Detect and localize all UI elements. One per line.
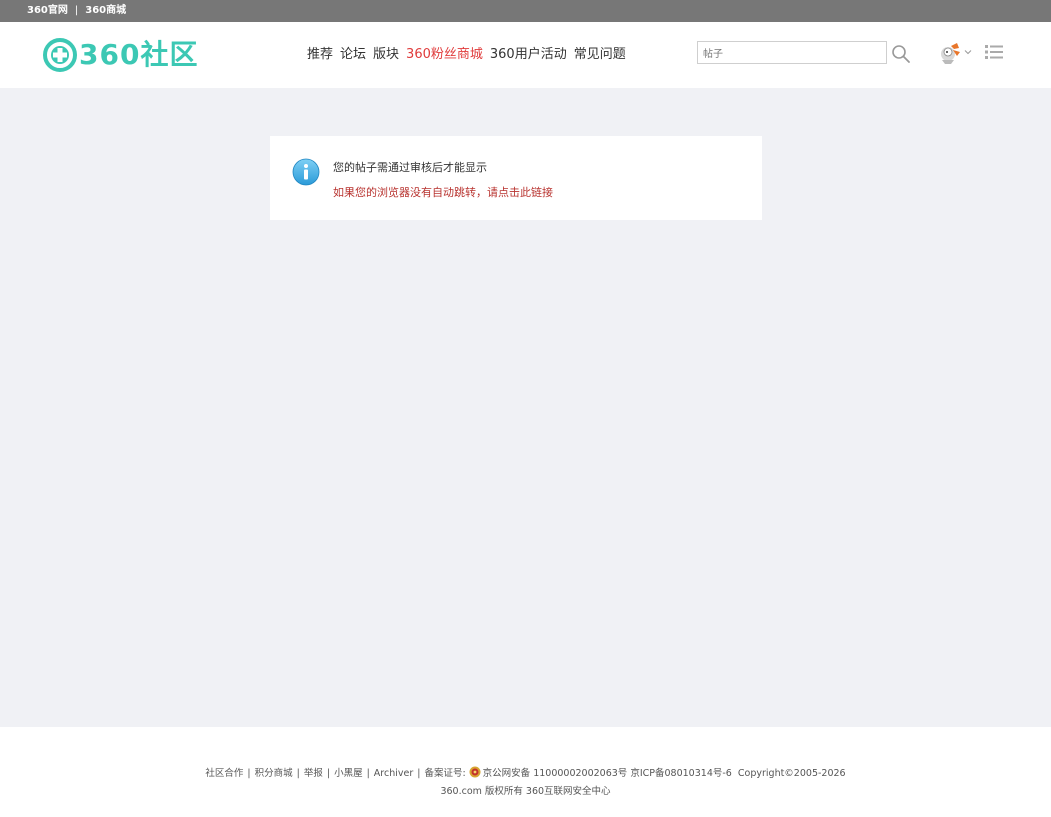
top-link-360-mall[interactable]: 360商城 xyxy=(85,5,126,16)
nav-recommend[interactable]: 推荐 xyxy=(307,43,333,62)
top-link-separator: | xyxy=(74,5,79,16)
nav-faq[interactable]: 常见问题 xyxy=(574,43,626,62)
logo-plus-icon xyxy=(43,38,77,72)
chevron-down-icon[interactable] xyxy=(964,48,972,56)
site-footer: 社区合作 | 积分商城 | 举报 | 小黑屋 | Archiver | 备案证号: 京公网安备 11… xyxy=(0,727,1051,817)
footer-police-record[interactable]: 京公网安备 11000002002063号 xyxy=(483,768,628,779)
footer-link-blacklist[interactable]: 小黑屋 xyxy=(334,768,363,779)
list-menu-icon[interactable] xyxy=(985,44,1003,60)
nav-forum[interactable]: 论坛 xyxy=(340,43,366,62)
search-input[interactable] xyxy=(698,44,886,65)
nav-user-events[interactable]: 360用户活动 xyxy=(490,43,567,62)
police-badge-icon xyxy=(469,766,481,778)
footer-link-points-mall[interactable]: 积分商城 xyxy=(255,768,293,779)
footer-links-row: 社区合作 | 积分商城 | 举报 | 小黑屋 | Archiver | 备案证号: 京公网安备 11… xyxy=(205,766,846,779)
top-bar: 360官网 | 360商城 xyxy=(0,0,1051,22)
nav-fan-mall[interactable]: 360粉丝商城 xyxy=(406,43,483,62)
nav-boards[interactable]: 版块 xyxy=(373,43,399,62)
footer-copyright: Copyright©2005-2026 xyxy=(737,768,846,779)
user-avatar-icon[interactable] xyxy=(937,40,963,66)
footer-link-cooperation[interactable]: 社区合作 xyxy=(205,768,243,779)
top-links: 360官网 | 360商城 xyxy=(27,0,126,22)
search-box xyxy=(697,41,887,65)
redirect-link[interactable]: 如果您的浏览器没有自动跳转，请点击此链接 xyxy=(333,184,553,200)
site-logo[interactable]: 360社区 xyxy=(42,36,198,74)
footer-link-archiver[interactable]: Archiver xyxy=(374,768,413,779)
footer-link-report[interactable]: 举报 xyxy=(304,768,323,779)
info-icon xyxy=(292,158,320,186)
search-icon[interactable] xyxy=(891,44,911,64)
footer-icp[interactable]: 京ICP备08010314号-6 xyxy=(630,768,732,779)
notice-message: 您的帖子需通过审核后才能显示 xyxy=(333,161,487,174)
site-header: 360社区 推荐 论坛 版块 360粉丝商城 360用户活动 常见问题 xyxy=(0,22,1051,88)
main-nav: 推荐 论坛 版块 360粉丝商城 360用户活动 常见问题 xyxy=(307,43,626,62)
top-link-360-official[interactable]: 360官网 xyxy=(27,5,68,16)
logo-text: 360社区 xyxy=(79,38,199,71)
notice-box: 您的帖子需通过审核后才能显示 如果您的浏览器没有自动跳转，请点击此链接 xyxy=(270,136,762,220)
footer-record-label: 备案证号: xyxy=(424,768,466,779)
footer-rights: 360.com 版权所有 360互联网安全中心 xyxy=(440,786,611,797)
